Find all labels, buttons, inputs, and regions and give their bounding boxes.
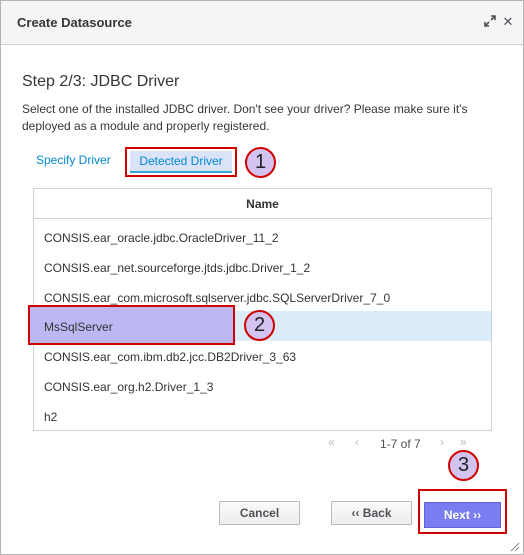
step-title: Step 2/3: JDBC Driver (22, 73, 180, 90)
driver-name: CONSIS.ear_org.h2.Driver_1_3 (44, 380, 214, 394)
table-header: Name (34, 189, 491, 219)
pagination-text: 1-7 of 7 (380, 437, 421, 451)
driver-name: CONSIS.ear_com.microsoft.sqlserver.jdbc.… (44, 291, 391, 305)
close-icon[interactable]: ✕ (501, 15, 515, 29)
step-marker-2: 2 (244, 310, 275, 341)
first-page-icon[interactable]: « (328, 435, 335, 449)
table-row[interactable]: CONSIS.ear_com.ibm.db2.jcc.DB2Driver_3_6… (34, 341, 491, 371)
next-button-highlight: Next ›› (418, 489, 507, 534)
last-page-icon[interactable]: » (460, 435, 467, 449)
back-button[interactable]: ‹‹ Back (331, 501, 412, 525)
cancel-button[interactable]: Cancel (219, 501, 300, 525)
dialog-title: Create Datasource (17, 15, 132, 30)
tab-specify-driver[interactable]: Specify Driver (36, 153, 111, 167)
table-row[interactable]: CONSIS.ear_net.sourceforge.jtds.jdbc.Dri… (34, 252, 491, 282)
driver-name: CONSIS.ear_net.sourceforge.jtds.jdbc.Dri… (44, 261, 311, 275)
create-datasource-dialog: Create Datasource ✕ Step 2/3: JDBC Drive… (0, 0, 524, 555)
driver-name: CONSIS.ear_oracle.jdbc.OracleDriver_11_2 (44, 231, 279, 245)
step-marker-3: 3 (448, 450, 479, 481)
table-row[interactable]: CONSIS.ear_org.h2.Driver_1_3 (34, 371, 491, 401)
tab-detected-driver-highlight: Detected Driver (125, 147, 237, 177)
step-marker-1: 1 (245, 147, 276, 178)
expand-icon[interactable] (483, 15, 497, 29)
tab-detected-driver[interactable]: Detected Driver (130, 151, 232, 173)
column-header-name[interactable]: Name (34, 197, 491, 211)
resize-handle-icon[interactable] (510, 541, 520, 552)
step-description: Select one of the installed JDBC driver.… (22, 102, 468, 133)
table-row[interactable]: h2 (34, 401, 491, 431)
table-row[interactable]: CONSIS.ear_oracle.jdbc.OracleDriver_11_2 (34, 222, 491, 252)
dialog-header: Create Datasource ✕ (1, 1, 523, 45)
prev-page-icon[interactable]: ‹ (355, 435, 359, 449)
driver-name: CONSIS.ear_com.ibm.db2.jcc.DB2Driver_3_6… (44, 350, 297, 364)
next-page-icon[interactable]: › (440, 435, 444, 449)
next-button[interactable]: Next ›› (424, 502, 501, 528)
driver-name: h2 (44, 410, 58, 424)
driver-name: MsSqlServer (44, 320, 113, 334)
